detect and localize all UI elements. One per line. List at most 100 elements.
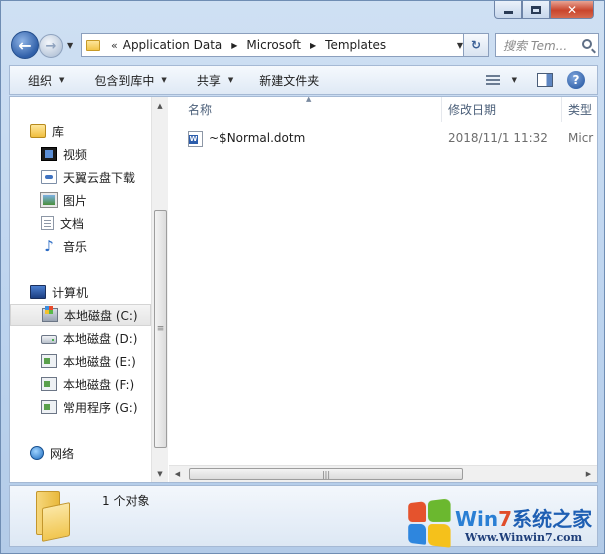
nav-label: 本地磁盘 (D:) <box>63 331 138 346</box>
nav-label: 视频 <box>63 147 88 162</box>
back-button[interactable]: ← <box>11 31 39 59</box>
nav-item-drive-c[interactable]: 本地磁盘 (C:) <box>10 304 151 326</box>
hard-drive-icon <box>41 377 57 391</box>
include-in-library-menu[interactable]: 包含到库中 ▼ <box>74 66 176 94</box>
column-header-date[interactable]: 修改日期 <box>442 97 562 122</box>
nav-label: 本地磁盘 (C:) <box>64 308 138 323</box>
minimize-button[interactable] <box>494 1 522 19</box>
address-bar[interactable]: « Application Data ▶ Microsoft ▶ Templat… <box>81 33 470 57</box>
nav-computer[interactable]: 计算机 <box>10 281 151 303</box>
column-header-type[interactable]: 类型 <box>562 97 597 122</box>
include-library-label: 包含到库中 <box>94 73 155 88</box>
nav-item-documents[interactable]: 文档 <box>10 212 151 234</box>
scroll-left-icon[interactable]: ◀ <box>169 466 186 482</box>
maximize-button[interactable] <box>522 1 550 19</box>
breadcrumb-templates[interactable]: Templates <box>325 38 386 52</box>
hard-drive-icon <box>41 354 57 368</box>
command-bar: 组织 ▼ 包含到库中 ▼ 共享 ▼ 新建文件夹 ▼ ? <box>9 65 598 95</box>
forward-button[interactable]: → <box>39 34 63 58</box>
new-folder-button[interactable]: 新建文件夹 <box>243 66 329 94</box>
nav-label: 图片 <box>63 193 88 208</box>
view-options-dropdown[interactable]: ▼ <box>512 76 517 84</box>
computer-icon <box>30 285 46 299</box>
horizontal-scroll-thumb[interactable]: ||| <box>189 468 463 480</box>
nav-label: 网络 <box>50 446 75 461</box>
brand-name: 系统之家 <box>512 507 593 531</box>
breadcrumb-separator-icon[interactable]: ▶ <box>231 41 237 50</box>
nav-label: 库 <box>52 124 65 139</box>
content-area: 库 视频 天翼云盘下载 图片 文档 ♪ 音乐 计算机 本地磁盘 (C:) 本地磁盘… <box>9 96 598 483</box>
organize-menu[interactable]: 组织 ▼ <box>10 66 74 94</box>
network-icon <box>30 446 44 460</box>
nav-item-tianyi-downloads[interactable]: 天翼云盘下载 <box>10 166 151 188</box>
nav-label: 本地磁盘 (E:) <box>63 354 136 369</box>
explorer-window: ✕ ← → ▼ « Application Data ▶ Microsoft ▶… <box>0 0 605 554</box>
pictures-icon <box>40 192 58 208</box>
folder-icon <box>32 491 72 542</box>
file-list-pane: 名称 ▲ 修改日期 类型 ~$Normal.dotm 2018/11/1 11:3… <box>169 97 597 482</box>
file-row[interactable]: ~$Normal.dotm 2018/11/1 11:32 Micr <box>169 128 597 150</box>
folder-icon <box>86 39 100 51</box>
organize-label: 组织 <box>28 73 53 88</box>
nav-item-videos[interactable]: 视频 <box>10 143 151 165</box>
forward-arrow-icon: → <box>45 38 57 54</box>
refresh-button[interactable]: ↻ <box>463 33 489 57</box>
nav-label: 文档 <box>60 216 85 231</box>
breadcrumb-microsoft[interactable]: Microsoft <box>246 38 301 52</box>
nav-item-music[interactable]: ♪ 音乐 <box>10 235 151 257</box>
chevron-down-icon: ▼ <box>59 76 65 84</box>
search-input[interactable]: 搜索 Tem... <box>495 33 599 57</box>
scroll-down-icon[interactable]: ▼ <box>152 465 168 482</box>
brand-win: Win <box>455 507 499 531</box>
help-icon[interactable]: ? <box>567 71 585 89</box>
nav-label: 计算机 <box>52 285 89 300</box>
breadcrumb-overflow[interactable]: « <box>111 39 118 52</box>
nav-label: 天翼云盘下载 <box>63 170 136 185</box>
item-count-status: 1 个对象 <box>102 494 150 508</box>
nav-item-drive-f[interactable]: 本地磁盘 (F:) <box>10 373 151 395</box>
breadcrumb-separator-icon[interactable]: ▶ <box>310 41 316 50</box>
column-header-name[interactable]: 名称 ▲ <box>169 97 442 122</box>
scroll-right-icon[interactable]: ▶ <box>580 466 597 482</box>
nav-item-drive-e[interactable]: 本地磁盘 (E:) <box>10 350 151 372</box>
word-template-icon <box>188 131 203 147</box>
brand-seven: 7 <box>498 507 513 531</box>
column-label: 修改日期 <box>448 103 497 117</box>
caption-buttons: ✕ <box>494 1 594 19</box>
nav-pane-scrollbar[interactable]: ▲ ≡ ▼ <box>151 97 168 482</box>
chevron-down-icon: ▼ <box>161 76 167 84</box>
hard-drive-icon <box>41 400 57 414</box>
help-glyph: ? <box>572 73 580 87</box>
nav-label: 音乐 <box>63 239 88 254</box>
maximize-icon <box>531 5 541 14</box>
file-name: ~$Normal.dotm <box>209 131 306 145</box>
breadcrumb-application-data[interactable]: Application Data <box>123 38 223 52</box>
minimize-icon <box>503 10 513 14</box>
horizontal-scrollbar[interactable]: ◀ ||| ▶ <box>169 465 597 482</box>
nav-item-drive-g[interactable]: 常用程序 (G:) <box>10 396 151 418</box>
hard-drive-icon <box>41 335 57 344</box>
nav-libraries[interactable]: 库 <box>10 120 151 142</box>
scroll-thumb[interactable]: ≡ <box>154 210 167 448</box>
recent-pages-dropdown[interactable]: ▼ <box>67 41 73 50</box>
toolbar-right-group: ▼ ? <box>478 66 597 94</box>
close-button[interactable]: ✕ <box>550 1 594 19</box>
sort-ascending-icon: ▲ <box>306 97 312 103</box>
watermark-brand: Win7系统之家 <box>455 503 592 532</box>
search-icon[interactable] <box>582 39 592 49</box>
chevron-down-icon: ▼ <box>227 76 234 84</box>
nav-network[interactable]: 网络 <box>10 442 151 464</box>
close-icon: ✕ <box>566 2 578 17</box>
share-menu[interactable]: 共享 ▼ <box>177 66 243 94</box>
cloud-download-icon <box>41 170 57 184</box>
back-arrow-icon: ← <box>18 35 32 55</box>
nav-item-drive-d[interactable]: 本地磁盘 (D:) <box>10 327 151 349</box>
nav-item-pictures[interactable]: 图片 <box>10 189 151 211</box>
scroll-up-icon[interactable]: ▲ <box>152 97 168 114</box>
site-watermark: Win7系统之家 Www.Winwin7.com <box>405 498 601 551</box>
watermark-url: Www.Winwin7.com <box>465 531 583 544</box>
preview-pane-icon[interactable] <box>537 73 553 87</box>
address-row: ← → ▼ « Application Data ▶ Microsoft ▶ T… <box>9 31 599 59</box>
share-label: 共享 <box>196 73 221 88</box>
view-options-icon[interactable] <box>485 75 500 85</box>
